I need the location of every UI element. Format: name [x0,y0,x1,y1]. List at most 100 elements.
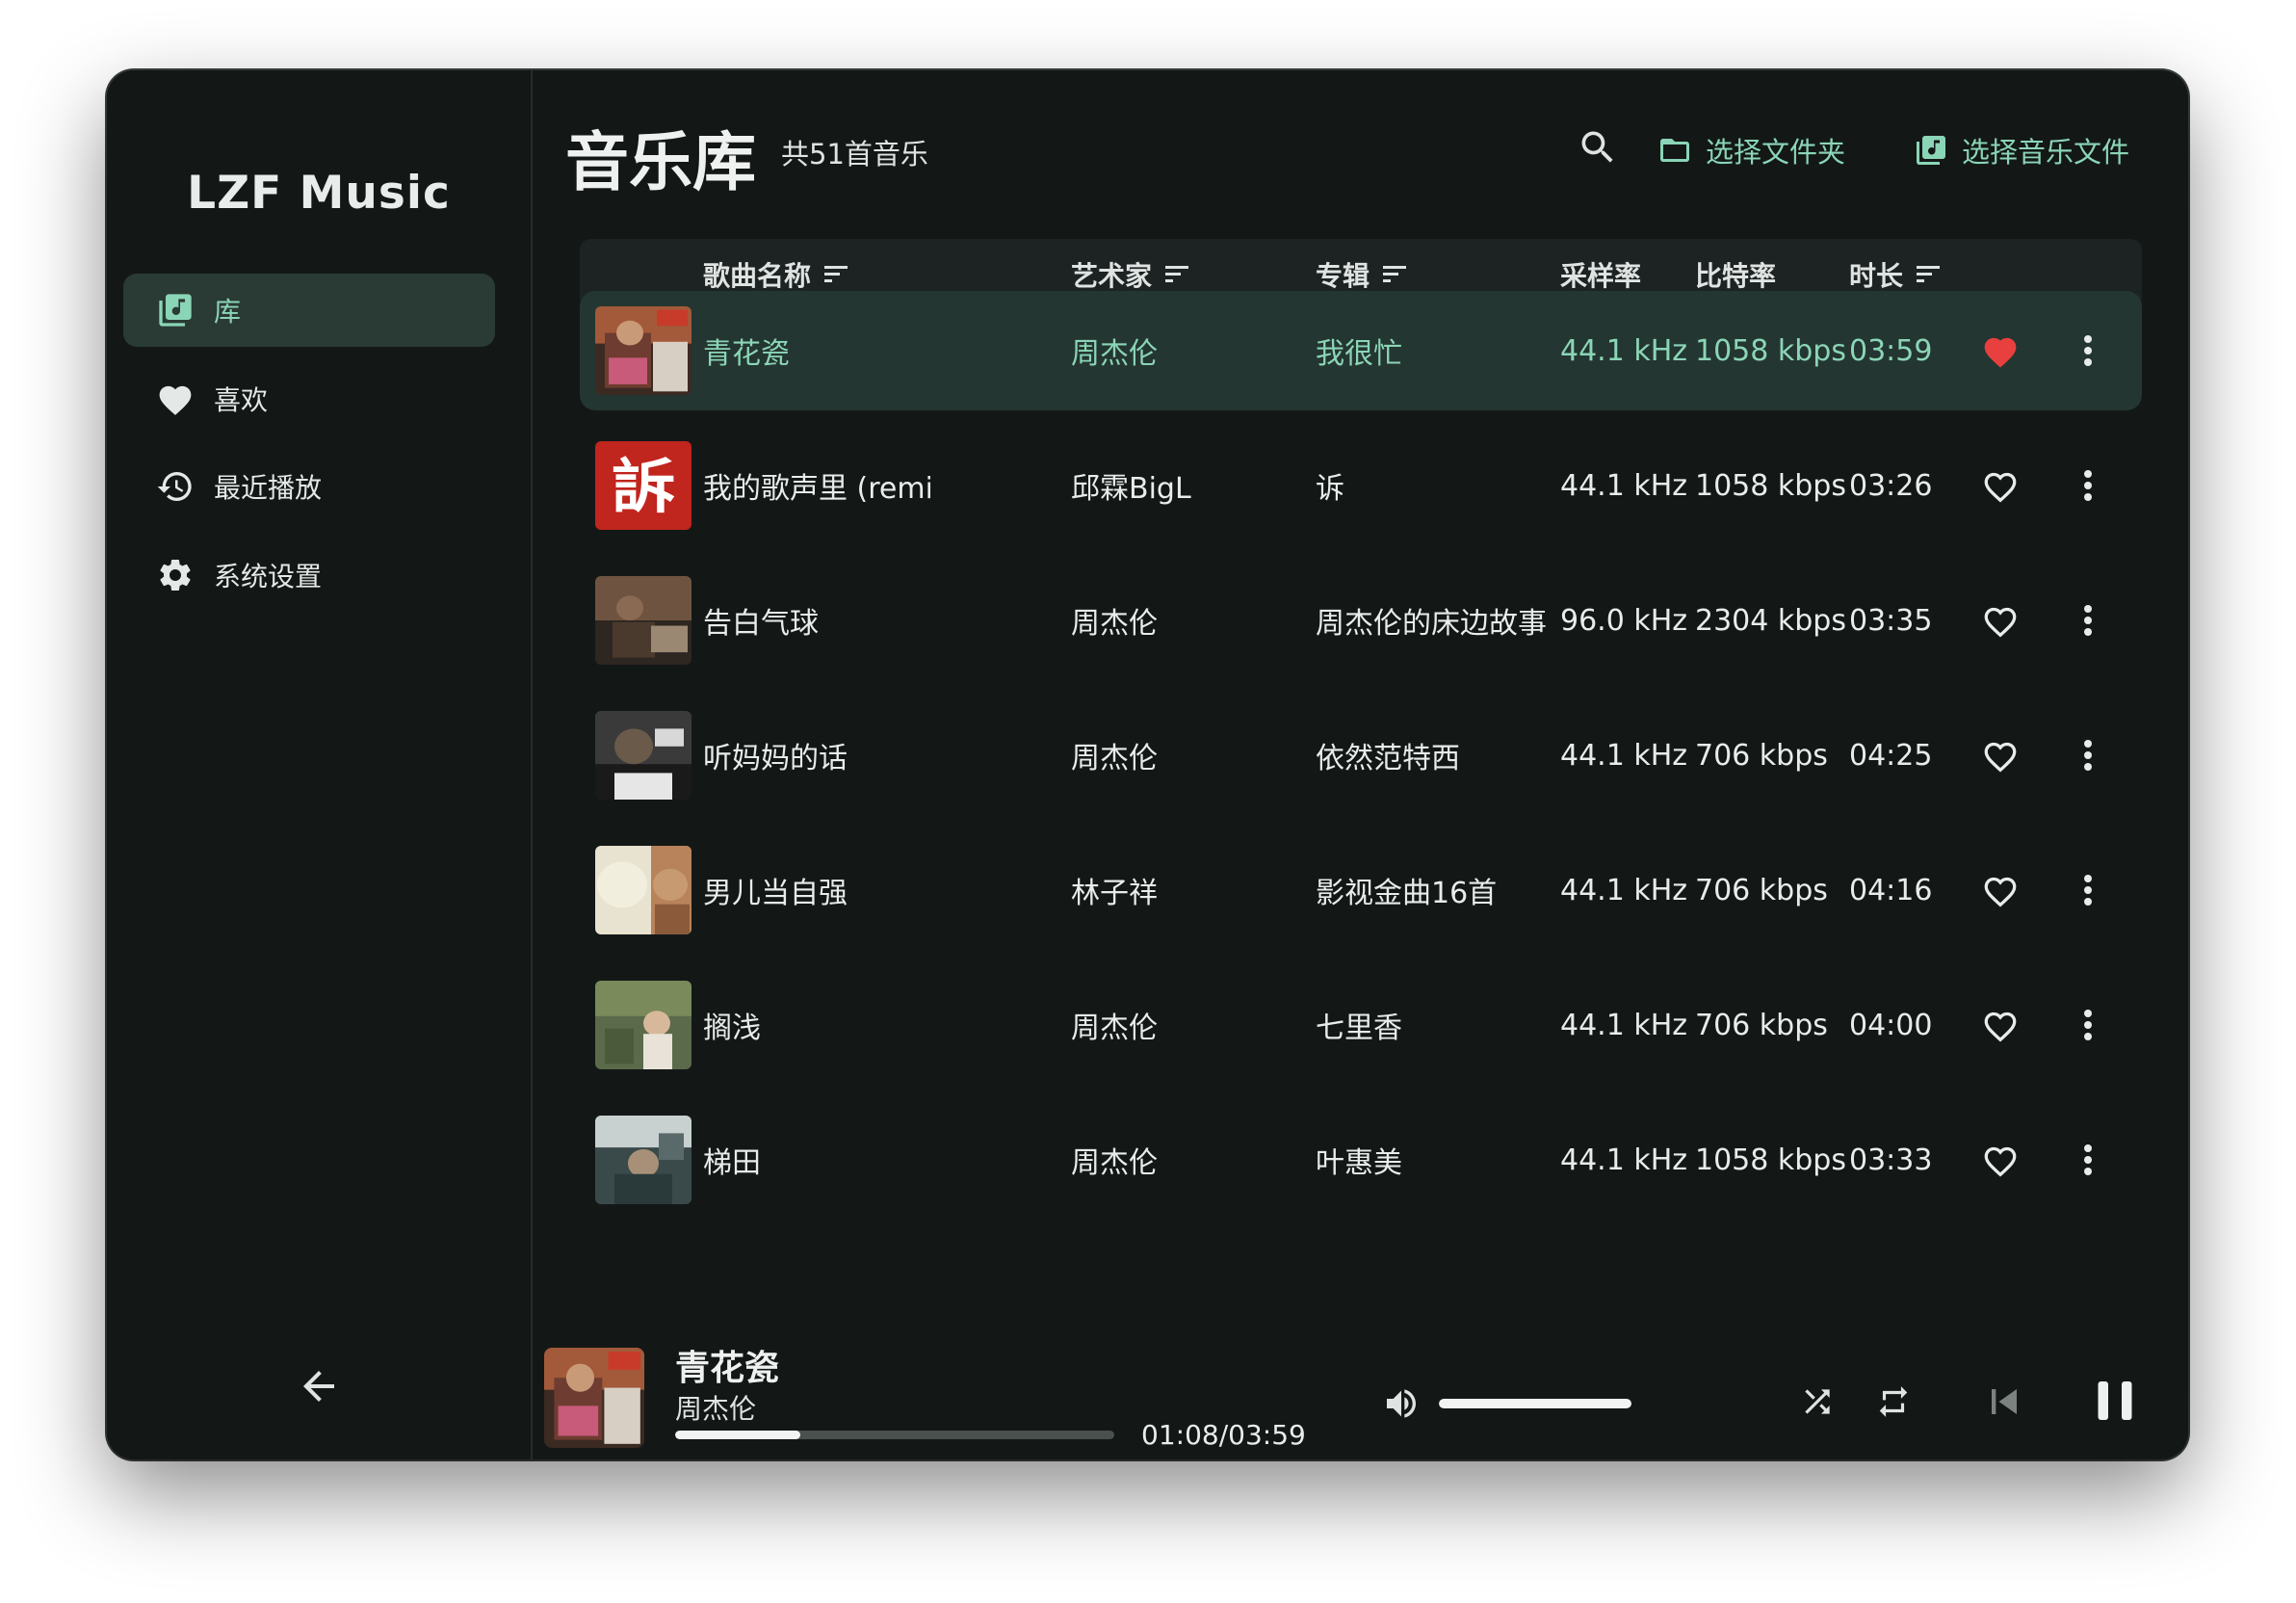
song-bitrate: 706 kbps [1695,873,1828,907]
song-sample-rate: 44.1 kHz [1560,468,1688,503]
song-title: 搁浅 [703,1012,761,1045]
sidebar-item-settings[interactable]: 系统设置 [123,539,495,612]
album-cover [595,711,691,800]
search-button[interactable] [1577,126,1632,169]
heart-icon [154,378,196,420]
like-button[interactable] [1981,603,2020,638]
song-sample-rate: 44.1 kHz [1560,333,1688,368]
table-row[interactable]: 男儿当自强 林子祥 影视金曲16首 44.1 kHz 706 kbps 04:16 [580,830,2142,950]
shuffle-button[interactable] [1798,1384,1837,1423]
table-row[interactable]: 告白气球 周杰伦 周杰伦的床边故事 96.0 kHz 2304 kbps 03:35 [580,561,2142,680]
heart-icon [1981,1146,2020,1185]
volume-icon[interactable] [1382,1384,1421,1423]
select-folder-button[interactable]: 选择文件夹 [1657,130,1845,171]
more-options-button[interactable] [2078,734,2098,776]
table-row[interactable]: 青花瓷 周杰伦 我很忙 44.1 kHz 1058 kbps 03:59 [580,291,2142,410]
song-title: 告白气球 [703,607,819,641]
select-files-button[interactable]: 选择音乐文件 [1914,130,2129,171]
song-artist: 周杰伦 [1071,1012,1158,1045]
playback-time: 01:08/03:59 [1141,1419,1306,1451]
like-button[interactable] [1981,333,2020,368]
table-row[interactable]: 梯田 周杰伦 叶惠美 44.1 kHz 1058 kbps 03:33 [580,1100,2142,1220]
song-album: 诉 [1316,472,1344,506]
arrow-left-icon[interactable] [296,1363,342,1409]
column-bitrate-label: 比特率 [1695,259,1777,292]
album-cover: 訴 [595,441,691,530]
table-row[interactable]: 訴我的歌声里 (remix：T.... 邱霖BigL 诉 44.1 kHz1058 k… [580,426,2142,545]
sidebar-item-library[interactable]: 库 [123,274,495,347]
volume-fill [1439,1399,1631,1408]
heart-icon [1981,742,2020,780]
table-row[interactable]: 听妈妈的话 周杰伦 依然范特西 44.1 kHz 706 kbps 04:25 [580,696,2142,815]
more-options-button[interactable] [2078,329,2098,372]
heart-icon [1981,337,2020,376]
like-button[interactable] [1981,873,2020,907]
more-options-button[interactable] [2078,869,2098,911]
progress-slider[interactable] [675,1431,1114,1439]
song-duration: 04:00 [1849,1008,1933,1042]
sidebar-item-label: 系统设置 [214,561,323,592]
pause-button[interactable] [2083,1371,2147,1434]
like-button[interactable] [1981,1143,2020,1177]
heart-icon [1981,472,2020,511]
heart-icon [1981,1012,2020,1050]
song-title: 梯田 [703,1146,761,1180]
sort-icon [1383,264,1408,285]
song-bitrate: 1058 kbps [1695,468,1845,503]
select-files-label: 选择音乐文件 [1962,136,2130,169]
album-cover [595,981,691,1069]
song-title: 我的歌声里 (remix：T.... [703,472,930,506]
more-vertical-icon [2078,1144,2098,1189]
repeat-icon [1875,1383,1912,1424]
column-sample-rate-label: 采样率 [1560,259,1642,292]
more-vertical-icon [2078,740,2098,784]
song-duration: 04:16 [1849,873,1933,907]
song-bitrate: 706 kbps [1695,1008,1828,1042]
like-button[interactable] [1981,468,2020,503]
repeat-button[interactable] [1874,1384,1913,1423]
sidebar-item-recent[interactable]: 最近播放 [123,450,495,523]
song-album: 我很忙 [1316,337,1402,371]
more-options-button[interactable] [2078,599,2098,642]
svg-text:訴: 訴 [612,452,675,521]
history-icon [154,465,196,508]
table-row[interactable]: 搁浅 周杰伦 七里香 44.1 kHz 706 kbps 04:00 [580,965,2142,1085]
column-title-label: 歌曲名称 [703,259,812,292]
progress-fill [675,1431,800,1439]
sort-icon [1917,264,1942,285]
song-album: 七里香 [1316,1012,1402,1045]
more-options-button[interactable] [2078,1139,2098,1181]
song-album: 叶惠美 [1316,1146,1402,1180]
like-button[interactable] [1981,738,2020,773]
sidebar-item-favorites[interactable]: 喜欢 [123,362,495,435]
skip-previous-icon [1979,1377,2029,1431]
more-options-button[interactable] [2078,1004,2098,1046]
song-album: 依然范特西 [1316,742,1460,775]
song-artist: 林子祥 [1071,877,1158,910]
heart-icon [1981,877,2020,915]
song-artist: 周杰伦 [1071,1146,1158,1180]
song-artist: 周杰伦 [1071,337,1158,371]
column-duration-label: 时长 [1849,259,1904,292]
song-album: 周杰伦的床边故事 [1316,607,1547,641]
like-button[interactable] [1981,1008,2020,1042]
song-artist: 周杰伦 [1071,742,1158,775]
song-duration: 03:59 [1849,333,1933,368]
sort-icon [1165,264,1190,285]
volume-slider[interactable] [1439,1399,1631,1408]
now-playing-cover[interactable] [544,1348,644,1448]
song-bitrate: 1058 kbps [1695,333,1845,368]
song-artist: 邱霖BigL [1071,472,1191,506]
sidebar-item-label: 喜欢 [214,384,269,416]
song-sample-rate: 44.1 kHz [1560,738,1688,773]
library-music-icon [1914,133,1948,168]
gear-icon [154,554,196,596]
song-duration: 03:35 [1849,603,1933,638]
album-cover [595,306,691,395]
more-vertical-icon [2078,1010,2098,1054]
column-artist-label: 艺术家 [1071,259,1153,292]
previous-button[interactable] [1975,1375,2033,1432]
song-sample-rate: 96.0 kHz [1560,603,1688,638]
more-options-button[interactable] [2078,464,2098,507]
song-title: 青花瓷 [703,337,790,371]
